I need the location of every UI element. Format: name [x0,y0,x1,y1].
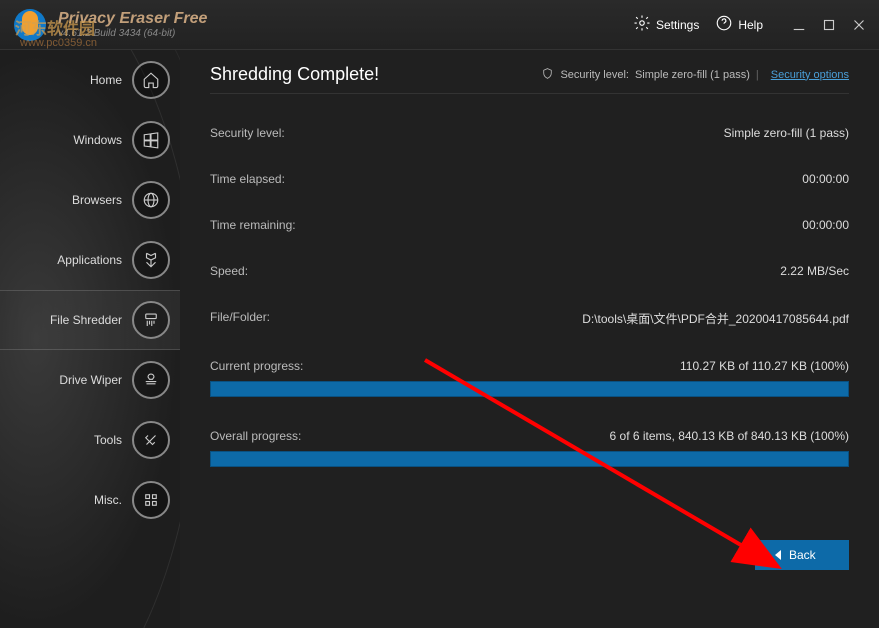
app-version: v4.61.2 Build 3434 (64-bit) [58,28,207,39]
nav-applications[interactable]: Applications [0,230,180,290]
value: 00:00:00 [802,218,849,232]
app-header: Privacy Eraser Free v4.61.2 Build 3434 (… [0,0,879,50]
label: Security level: [210,126,285,140]
label: Overall progress: [210,429,301,443]
close-button[interactable] [849,15,869,35]
row-security-level: Security level: Simple zero-fill (1 pass… [210,126,849,140]
nav-label: Applications [57,253,122,267]
nav-home[interactable]: Home [0,50,180,110]
nav-label: Drive Wiper [59,373,122,387]
settings-label: Settings [656,18,699,32]
nav-label: Misc. [94,493,122,507]
nav-drive-wiper[interactable]: Drive Wiper [0,350,180,410]
value: Simple zero-fill (1 pass) [724,126,849,140]
drive-wiper-icon [132,361,170,399]
current-progress-bar [210,381,849,397]
overall-progress-section: Overall progress: 6 of 6 items, 840.13 K… [210,429,849,467]
nav-browsers[interactable]: Browsers [0,170,180,230]
minimize-button[interactable] [789,15,809,35]
value: 2.22 MB/Sec [780,264,849,278]
windows-icon [132,121,170,159]
nav-tools[interactable]: Tools [0,410,180,470]
row-file-folder: File/Folder: D:\tools\桌面\文件\PDF合并_202004… [210,310,849,327]
nav-label: Tools [94,433,122,447]
nav-label: Browsers [72,193,122,207]
security-options-link[interactable]: Security options [771,69,849,81]
value: 110.27 KB of 110.27 KB (100%) [680,359,849,373]
help-label: Help [738,18,763,32]
sidebar: Home Windows Browsers Applications File … [0,50,180,628]
current-progress-section: Current progress: 110.27 KB of 110.27 KB… [210,359,849,397]
tools-icon [132,421,170,459]
apps-icon [132,241,170,279]
label: Time remaining: [210,218,296,232]
nav-label: File Shredder [50,313,122,327]
value: D:\tools\桌面\文件\PDF合并_20200417085644.pdf [582,310,849,327]
maximize-button[interactable] [819,15,839,35]
nav-windows[interactable]: Windows [0,110,180,170]
app-logo-icon [10,5,50,45]
label: Time elapsed: [210,172,285,186]
shield-icon [541,67,554,83]
overall-progress-bar [210,451,849,467]
value: 00:00:00 [802,172,849,186]
security-level-header-value: Simple zero-fill (1 pass) [635,69,750,81]
shredder-icon [132,301,170,339]
label: Speed: [210,264,248,278]
row-speed: Speed: 2.22 MB/Sec [210,264,849,278]
nav-label: Windows [73,133,122,147]
back-label: Back [789,548,816,562]
nav-label: Home [90,73,122,87]
label: File/Folder: [210,310,270,327]
row-time-remaining: Time remaining: 00:00:00 [210,218,849,232]
row-time-elapsed: Time elapsed: 00:00:00 [210,172,849,186]
settings-button[interactable]: Settings [633,14,699,35]
home-icon [132,61,170,99]
value: 6 of 6 items, 840.13 KB of 840.13 KB (10… [610,429,849,443]
logo-area: Privacy Eraser Free v4.61.2 Build 3434 (… [10,5,207,45]
page-title: Shredding Complete! [210,64,379,85]
back-button[interactable]: Back [755,540,849,570]
gear-icon [633,14,651,35]
help-icon [715,14,733,35]
nav-file-shredder[interactable]: File Shredder [0,290,180,350]
globe-icon [132,181,170,219]
main-panel: Shredding Complete! Security level: Simp… [180,50,879,628]
help-button[interactable]: Help [715,14,763,35]
app-title: Privacy Eraser Free [58,10,207,28]
misc-icon [132,481,170,519]
nav-misc[interactable]: Misc. [0,470,180,530]
label: Current progress: [210,359,303,373]
security-level-header-label: Security level: [560,69,628,81]
